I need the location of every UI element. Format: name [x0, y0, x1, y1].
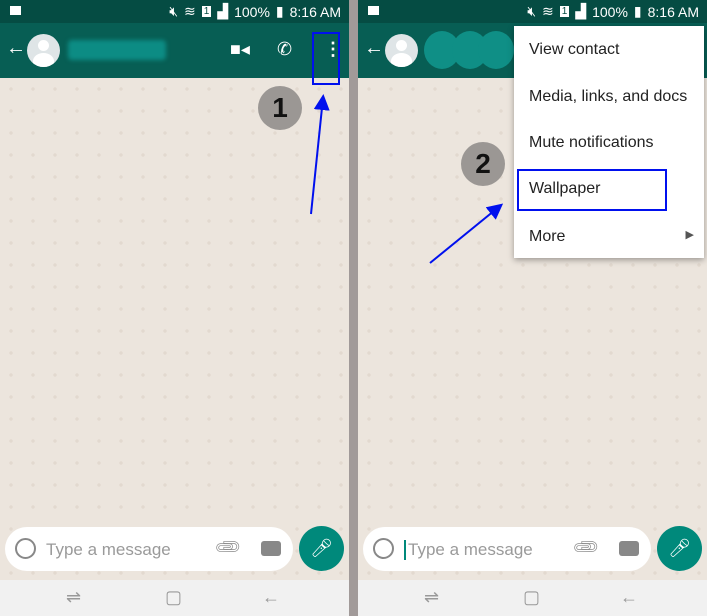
signal-icon: ▟ [575, 3, 587, 19]
nav-bar: ⇌ ▢ ← [358, 580, 707, 616]
emoji-icon[interactable] [373, 538, 394, 559]
menu-item-more[interactable]: More [529, 228, 565, 246]
mic-button[interactable]: 🎤︎ [299, 526, 344, 571]
battery-icon: ▮ [275, 3, 284, 19]
attach-icon[interactable]: 📎︎ [213, 532, 244, 563]
clock: 8:16 AM [289, 3, 341, 20]
emoji-icon[interactable] [15, 538, 36, 559]
mute-icon: 🔇︎ [527, 3, 537, 19]
camera-icon[interactable] [261, 541, 281, 556]
contact-name-redacted[interactable] [68, 40, 166, 60]
clock: 8:16 AM [647, 3, 699, 20]
image-notification-icon [10, 6, 21, 15]
camera-icon[interactable] [619, 541, 639, 556]
message-input[interactable]: Type a message 📎︎ [5, 527, 293, 571]
nav-bar: ⇌ ▢ ← [0, 580, 349, 616]
battery-level: 100% [592, 3, 628, 20]
home-icon[interactable]: ▢ [523, 587, 540, 608]
menu-item-view-contact[interactable]: View contact [529, 41, 619, 59]
sim-icon: 1 [201, 6, 212, 17]
message-placeholder: Type a message [404, 540, 533, 560]
menu-item-media[interactable]: Media, links, and docs [529, 88, 687, 106]
phone-icon[interactable]: ✆ [277, 39, 292, 60]
recents-icon[interactable]: ⇌ [424, 587, 439, 608]
chat-header: ← ■◂ ✆ ⋮ [0, 23, 349, 78]
left-screen: 🔇︎ ≋ 1 ▟ 100% ▮ 8:16 AM ← ■◂ ✆ ⋮ 1 Type … [0, 0, 349, 616]
battery-level: 100% [234, 3, 270, 20]
contact-name-redacted [478, 31, 514, 69]
image-notification-icon [368, 6, 379, 15]
mute-icon: 🔇︎ [169, 3, 179, 19]
attach-icon[interactable]: 📎︎ [571, 532, 602, 563]
chat-area [0, 78, 349, 580]
highlight-box [312, 32, 340, 85]
options-menu: View contact Media, links, and docs Mute… [514, 26, 704, 258]
wifi-icon: ≋ [184, 3, 196, 19]
right-screen: 🔇︎ ≋ 1 ▟ 100% ▮ 8:16 AM ← View contact M… [358, 0, 707, 616]
recents-icon[interactable]: ⇌ [66, 587, 81, 608]
mic-button[interactable]: 🎤︎ [657, 526, 702, 571]
back-arrow-icon[interactable]: ← [6, 37, 26, 60]
status-bar: 🔇︎ ≋ 1 ▟ 100% ▮ 8:16 AM [0, 0, 349, 23]
sim-icon: 1 [559, 6, 570, 17]
battery-icon: ▮ [633, 3, 642, 19]
avatar[interactable] [27, 34, 60, 67]
video-call-icon[interactable]: ■◂ [230, 39, 250, 60]
menu-item-mute[interactable]: Mute notifications [529, 134, 654, 152]
status-bar: 🔇︎ ≋ 1 ▟ 100% ▮ 8:16 AM [358, 0, 707, 23]
avatar[interactable] [385, 34, 418, 67]
message-placeholder: Type a message [46, 540, 171, 559]
back-nav-icon[interactable]: ← [620, 587, 638, 608]
home-icon[interactable]: ▢ [165, 587, 182, 608]
back-nav-icon[interactable]: ← [262, 587, 280, 608]
step-badge: 1 [258, 86, 302, 130]
wifi-icon: ≋ [542, 3, 554, 19]
highlight-box [517, 169, 667, 211]
message-input[interactable]: Type a message 📎︎ [363, 527, 651, 571]
back-arrow-icon[interactable]: ← [364, 37, 384, 60]
submenu-arrow-icon: ▶ [685, 229, 694, 241]
step-badge: 2 [461, 142, 505, 186]
signal-icon: ▟ [217, 3, 229, 19]
